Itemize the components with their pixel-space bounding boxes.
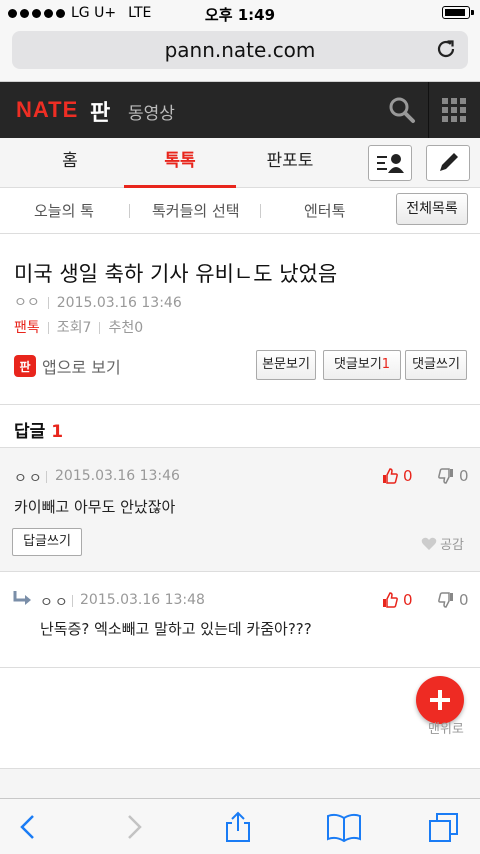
article-meta: ㅇㅇ 2015.03.16 13:46 <box>14 292 182 312</box>
dislike-count: 0 <box>459 591 469 609</box>
video-link[interactable]: 동영상 <box>128 99 175 124</box>
pann-app-icon: 판 <box>14 355 36 377</box>
bookmarks-icon[interactable] <box>326 811 362 843</box>
share-icon[interactable] <box>222 811 254 843</box>
thumbs-up-icon <box>383 592 398 608</box>
sub-tab-divider <box>260 204 261 218</box>
view-body-button[interactable]: 본문보기 <box>256 350 316 380</box>
thumbs-down-icon <box>438 592 453 608</box>
like-count: 0 <box>403 467 413 485</box>
user-list-icon <box>377 154 404 173</box>
my-list-button[interactable] <box>368 145 412 181</box>
comment-author: ㅇㅇ <box>14 471 44 487</box>
header-divider <box>428 82 429 138</box>
site-header: NATE 판 동영상 <box>0 82 480 138</box>
article-title: 미국 생일 축하 기사 유비ㄴ도 났었음 <box>14 262 338 286</box>
comment-date: 2015.03.16 13:46 <box>55 468 180 484</box>
reply-arrow-icon <box>13 591 31 605</box>
battery-icon <box>442 6 474 19</box>
comment-date: 2015.03.16 13:48 <box>80 592 205 608</box>
add-button[interactable] <box>416 676 464 724</box>
sub-tab-divider <box>129 204 130 218</box>
replies-count: 1 <box>51 422 64 442</box>
like-count: 0 <box>403 591 413 609</box>
comment-item-reply: ㅇㅇ 2015.03.16 13:48 0 0 난독증? 엑소빼고 말하고 있는… <box>0 572 480 668</box>
comment-text: 난독증? 엑소빼고 말하고 있는데 카줌아??? <box>40 620 312 638</box>
like-button[interactable]: 0 <box>382 467 413 485</box>
reply-write-button[interactable]: 답글쓰기 <box>12 528 82 556</box>
view-comments-count: 1 <box>381 357 391 372</box>
dislike-button[interactable]: 0 <box>438 467 469 485</box>
view-comments-button[interactable]: 댓글보기1 <box>323 350 401 380</box>
pencil-icon <box>440 153 458 171</box>
search-icon[interactable] <box>388 96 416 124</box>
replies-header: 답글 1 <box>0 404 480 448</box>
sub-tab-enter[interactable]: 엔터톡 <box>304 200 345 221</box>
reload-icon[interactable] <box>434 37 458 61</box>
recommend-label: 추천 <box>108 320 135 336</box>
thumbs-up-icon <box>383 468 398 484</box>
main-tabs: 홈 톡톡 판포토 <box>0 138 480 188</box>
app-view-label: 앱으로 보기 <box>42 358 121 377</box>
write-button[interactable] <box>426 145 470 181</box>
dislike-count: 0 <box>459 467 469 485</box>
forward-icon[interactable] <box>118 811 150 843</box>
status-time: 오후 1:49 <box>204 6 276 24</box>
app-view-link[interactable]: 판 앱으로 보기 <box>14 354 121 378</box>
comment-item: ㅇㅇ 2015.03.16 13:46 0 0 카이빼고 아무도 안났잖아 답글… <box>0 448 480 572</box>
all-list-button[interactable]: 전체목록 <box>396 193 468 225</box>
status-bar: LG U+ LTE 오후 1:49 <box>0 0 480 26</box>
empathy-button[interactable]: 공감 <box>421 534 464 553</box>
comment-author: ㅇㅇ <box>40 595 70 611</box>
article-date: 2015.03.16 13:46 <box>56 295 182 311</box>
replies-label: 답글 <box>14 422 46 442</box>
thumbs-down-icon <box>438 468 453 484</box>
write-comment-button[interactable]: 댓글쓰기 <box>405 350 467 380</box>
tabs-icon[interactable] <box>428 811 460 843</box>
views-label: 조회 <box>56 320 83 336</box>
replies-title: 답글 1 <box>14 417 63 442</box>
back-icon[interactable] <box>12 811 44 843</box>
views-count: 7 <box>82 320 92 336</box>
menu-grid-icon[interactable] <box>442 98 466 122</box>
like-button[interactable]: 0 <box>382 591 413 609</box>
heart-icon <box>421 537 437 550</box>
nate-logo[interactable]: NATE <box>16 97 78 123</box>
view-comments-label: 댓글보기 <box>333 357 382 372</box>
dislike-button[interactable]: 0 <box>438 591 469 609</box>
article-category[interactable]: 팬톡 <box>14 320 40 336</box>
page-footer <box>0 768 480 798</box>
article-stats: 팬톡 조회7 추천0 <box>14 317 143 337</box>
sub-tab-today[interactable]: 오늘의 톡 <box>34 200 94 221</box>
sub-tab-choice[interactable]: 톡커들의 선택 <box>152 200 240 221</box>
recommend-count: 0 <box>134 320 144 336</box>
browser-toolbar <box>0 798 480 854</box>
sub-tabs: 오늘의 톡 톡커들의 선택 엔터톡 전체목록 <box>0 188 480 234</box>
tab-pannphoto[interactable]: 판포토 <box>250 138 330 188</box>
comment-meta-divider <box>72 595 73 607</box>
browser-address-area: pann.nate.com <box>0 26 480 82</box>
pann-logo[interactable]: 판 <box>90 95 110 127</box>
article-author: ㅇㅇ <box>14 295 40 311</box>
scroll-top-link[interactable]: 맨위로 <box>428 718 464 737</box>
url-text: pann.nate.com <box>164 38 316 62</box>
address-bar[interactable]: pann.nate.com <box>12 31 468 69</box>
comment-meta-divider <box>46 471 47 483</box>
comment-text: 카이빼고 아무도 안났잖아 <box>14 498 176 516</box>
empathy-label: 공감 <box>440 538 464 553</box>
tab-home[interactable]: 홈 <box>30 138 110 188</box>
tab-toktok[interactable]: 톡톡 <box>124 138 236 188</box>
